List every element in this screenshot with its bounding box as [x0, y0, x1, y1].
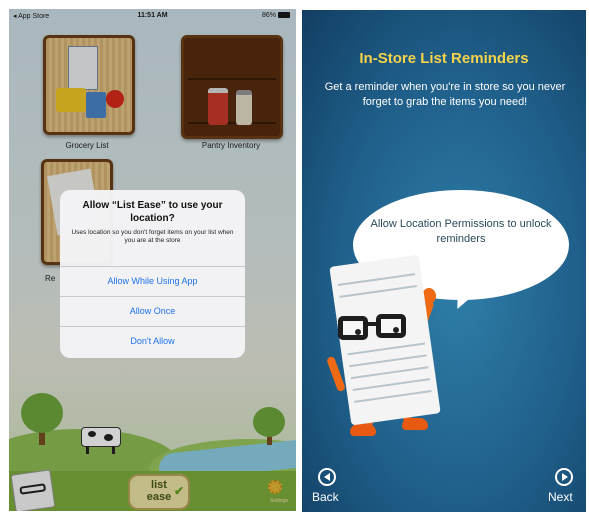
- alert-title: Allow “List Ease” to use your location?: [82, 200, 223, 224]
- page-description: Get a reminder when you're in store so y…: [324, 81, 566, 108]
- glasses-lens: [376, 314, 406, 338]
- mascot-shoe: [350, 424, 376, 436]
- allow-while-using-app-button[interactable]: Allow While Using App: [60, 266, 245, 295]
- back-button[interactable]: Back: [312, 490, 339, 504]
- paper-line: [339, 285, 417, 298]
- speech-bubble-text: Allow Location Permissions to unlock rem…: [370, 218, 552, 245]
- paper-line: [354, 390, 432, 403]
- location-permission-alert: Allow “List Ease” to use your location? …: [60, 190, 245, 358]
- allow-once-button[interactable]: Allow Once: [60, 296, 245, 325]
- glasses-bridge: [366, 322, 378, 326]
- paper-line: [349, 354, 427, 368]
- dont-allow-button[interactable]: Don't Allow: [60, 326, 245, 355]
- back-triangle: [324, 473, 330, 481]
- alert-message: Uses location so you don't forget items …: [71, 229, 234, 244]
- paper-line: [347, 342, 426, 356]
- glasses-lens: [338, 316, 368, 340]
- next-arrow-icon[interactable]: [555, 468, 573, 486]
- right-screen: In-Store List Reminders Get a reminder w…: [302, 10, 586, 512]
- page-title: In-Store List Reminders: [359, 50, 529, 67]
- back-arrow-icon[interactable]: [318, 468, 336, 486]
- paper-line: [352, 378, 431, 391]
- left-screen: ◂ App Store 11:51 AM 86% Grocery List Pa…: [9, 9, 296, 511]
- mascot-shoe: [402, 418, 428, 430]
- paper-line: [350, 366, 429, 380]
- paper-line: [337, 273, 416, 287]
- next-button[interactable]: Next: [548, 490, 573, 504]
- next-triangle: [562, 473, 568, 481]
- pupil: [355, 329, 361, 335]
- pupil: [393, 327, 399, 333]
- glasses-icon: [334, 314, 412, 344]
